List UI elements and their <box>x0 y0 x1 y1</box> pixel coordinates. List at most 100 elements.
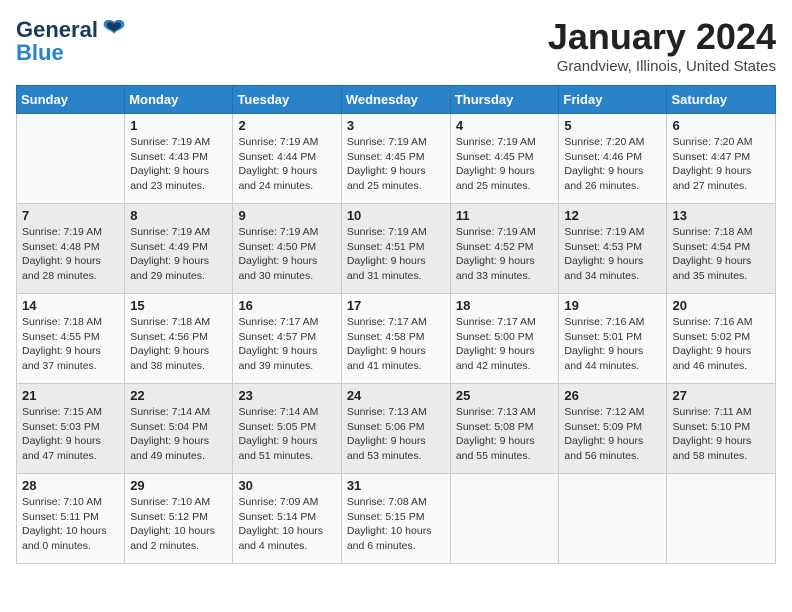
day-number: 9 <box>238 208 335 223</box>
day-info: Sunrise: 7:19 AMSunset: 4:51 PMDaylight:… <box>347 225 445 284</box>
calendar-week-row: 21 Sunrise: 7:15 AMSunset: 5:03 PMDayligh… <box>17 384 776 474</box>
calendar-cell: 10 Sunrise: 7:19 AMSunset: 4:51 PMDayligh… <box>341 204 450 294</box>
day-info: Sunrise: 7:19 AMSunset: 4:53 PMDaylight:… <box>564 225 661 284</box>
day-info: Sunrise: 7:19 AMSunset: 4:52 PMDaylight:… <box>456 225 554 284</box>
day-number: 18 <box>456 298 554 313</box>
calendar-cell: 14Sunrise: 7:18 AMSunset: 4:55 PMDayligh… <box>17 294 125 384</box>
day-info: Sunrise: 7:09 AMSunset: 5:14 PMDaylight:… <box>238 495 335 554</box>
calendar-cell: 27 Sunrise: 7:11 AMSunset: 5:10 PMDayligh… <box>667 384 776 474</box>
day-info: Sunrise: 7:15 AMSunset: 5:03 PMDaylight:… <box>22 405 119 464</box>
calendar-cell: 26 Sunrise: 7:12 AMSunset: 5:09 PMDayligh… <box>559 384 667 474</box>
calendar-cell: 30 Sunrise: 7:09 AMSunset: 5:14 PMDayligh… <box>233 474 341 564</box>
calendar-cell: 9 Sunrise: 7:19 AMSunset: 4:50 PMDaylight… <box>233 204 341 294</box>
day-info: Sunrise: 7:14 AMSunset: 5:04 PMDaylight:… <box>130 405 227 464</box>
day-info: Sunrise: 7:16 AMSunset: 5:01 PMDaylight:… <box>564 315 661 374</box>
day-number: 15 <box>130 298 227 313</box>
day-number: 21 <box>22 388 119 403</box>
day-number: 7 <box>22 208 119 223</box>
calendar-cell <box>667 474 776 564</box>
day-number: 23 <box>238 388 335 403</box>
day-number: 19 <box>564 298 661 313</box>
page-header: General Blue January 2024 Grandview, Ill… <box>16 16 776 75</box>
day-info: Sunrise: 7:12 AMSunset: 5:09 PMDaylight:… <box>564 405 661 464</box>
day-info: Sunrise: 7:11 AMSunset: 5:10 PMDaylight:… <box>672 405 770 464</box>
day-info: Sunrise: 7:19 AMSunset: 4:43 PMDaylight:… <box>130 135 227 194</box>
calendar-cell: 23 Sunrise: 7:14 AMSunset: 5:05 PMDayligh… <box>233 384 341 474</box>
day-number: 10 <box>347 208 445 223</box>
day-number: 25 <box>456 388 554 403</box>
day-number: 1 <box>130 118 227 133</box>
calendar-cell: 20 Sunrise: 7:16 AMSunset: 5:02 PMDayligh… <box>667 294 776 384</box>
day-number: 4 <box>456 118 554 133</box>
day-number: 29 <box>130 478 227 493</box>
day-number: 11 <box>456 208 554 223</box>
day-info: Sunrise: 7:17 AMSunset: 5:00 PMDaylight:… <box>456 315 554 374</box>
calendar-cell: 24Sunrise: 7:13 AMSunset: 5:06 PMDayligh… <box>341 384 450 474</box>
day-info: Sunrise: 7:13 AMSunset: 5:08 PMDaylight:… <box>456 405 554 464</box>
calendar-week-row: 14Sunrise: 7:18 AMSunset: 4:55 PMDayligh… <box>17 294 776 384</box>
calendar-cell: 7 Sunrise: 7:19 AMSunset: 4:48 PMDaylight… <box>17 204 125 294</box>
day-info: Sunrise: 7:20 AMSunset: 4:46 PMDaylight:… <box>564 135 661 194</box>
day-info: Sunrise: 7:16 AMSunset: 5:02 PMDaylight:… <box>672 315 770 374</box>
calendar-cell: 13Sunrise: 7:18 AMSunset: 4:54 PMDayligh… <box>667 204 776 294</box>
header-sunday: Sunday <box>17 86 125 114</box>
calendar-week-row: 28 Sunrise: 7:10 AMSunset: 5:11 PMDayligh… <box>17 474 776 564</box>
day-number: 28 <box>22 478 119 493</box>
day-number: 27 <box>672 388 770 403</box>
day-info: Sunrise: 7:10 AMSunset: 5:11 PMDaylight:… <box>22 495 119 554</box>
day-number: 26 <box>564 388 661 403</box>
day-info: Sunrise: 7:13 AMSunset: 5:06 PMDaylight:… <box>347 405 445 464</box>
calendar-cell: 17 Sunrise: 7:17 AMSunset: 4:58 PMDayligh… <box>341 294 450 384</box>
day-number: 22 <box>130 388 227 403</box>
day-info: Sunrise: 7:19 AMSunset: 4:44 PMDaylight:… <box>238 135 335 194</box>
header-friday: Friday <box>559 86 667 114</box>
day-info: Sunrise: 7:17 AMSunset: 4:58 PMDaylight:… <box>347 315 445 374</box>
day-number: 8 <box>130 208 227 223</box>
day-info: Sunrise: 7:18 AMSunset: 4:56 PMDaylight:… <box>130 315 227 374</box>
day-number: 16 <box>238 298 335 313</box>
calendar-cell: 3Sunrise: 7:19 AMSunset: 4:45 PMDaylight… <box>341 114 450 204</box>
calendar-week-row: 7 Sunrise: 7:19 AMSunset: 4:48 PMDaylight… <box>17 204 776 294</box>
calendar-cell: 21 Sunrise: 7:15 AMSunset: 5:03 PMDayligh… <box>17 384 125 474</box>
location: Grandview, Illinois, United States <box>548 58 776 75</box>
header-tuesday: Tuesday <box>233 86 341 114</box>
day-info: Sunrise: 7:19 AMSunset: 4:45 PMDaylight:… <box>456 135 554 194</box>
day-number: 12 <box>564 208 661 223</box>
header-monday: Monday <box>125 86 233 114</box>
calendar-cell: 19 Sunrise: 7:16 AMSunset: 5:01 PMDayligh… <box>559 294 667 384</box>
calendar-cell: 4 Sunrise: 7:19 AMSunset: 4:45 PMDaylight… <box>450 114 559 204</box>
calendar-table: SundayMondayTuesdayWednesdayThursdayFrid… <box>16 85 776 564</box>
day-number: 17 <box>347 298 445 313</box>
day-number: 3 <box>347 118 445 133</box>
calendar-week-row: 1 Sunrise: 7:19 AMSunset: 4:43 PMDaylight… <box>17 114 776 204</box>
calendar-cell: 1 Sunrise: 7:19 AMSunset: 4:43 PMDaylight… <box>125 114 233 204</box>
day-number: 30 <box>238 478 335 493</box>
calendar-cell <box>559 474 667 564</box>
title-area: January 2024 Grandview, Illinois, United… <box>548 16 776 75</box>
calendar-cell: 25 Sunrise: 7:13 AMSunset: 5:08 PMDayligh… <box>450 384 559 474</box>
day-info: Sunrise: 7:08 AMSunset: 5:15 PMDaylight:… <box>347 495 445 554</box>
calendar-cell: 6 Sunrise: 7:20 AMSunset: 4:47 PMDaylight… <box>667 114 776 204</box>
calendar-cell: 11 Sunrise: 7:19 AMSunset: 4:52 PMDayligh… <box>450 204 559 294</box>
calendar-cell: 15 Sunrise: 7:18 AMSunset: 4:56 PMDayligh… <box>125 294 233 384</box>
calendar-cell: 31Sunrise: 7:08 AMSunset: 5:15 PMDayligh… <box>341 474 450 564</box>
day-info: Sunrise: 7:19 AMSunset: 4:48 PMDaylight:… <box>22 225 119 284</box>
calendar-cell: 22 Sunrise: 7:14 AMSunset: 5:04 PMDayligh… <box>125 384 233 474</box>
day-info: Sunrise: 7:10 AMSunset: 5:12 PMDaylight:… <box>130 495 227 554</box>
day-info: Sunrise: 7:19 AMSunset: 4:50 PMDaylight:… <box>238 225 335 284</box>
logo-bird-icon <box>100 16 128 44</box>
day-number: 14 <box>22 298 119 313</box>
day-info: Sunrise: 7:18 AMSunset: 4:54 PMDaylight:… <box>672 225 770 284</box>
calendar-cell: 29 Sunrise: 7:10 AMSunset: 5:12 PMDayligh… <box>125 474 233 564</box>
day-info: Sunrise: 7:20 AMSunset: 4:47 PMDaylight:… <box>672 135 770 194</box>
calendar-header-row: SundayMondayTuesdayWednesdayThursdayFrid… <box>17 86 776 114</box>
calendar-cell: 28 Sunrise: 7:10 AMSunset: 5:11 PMDayligh… <box>17 474 125 564</box>
day-info: Sunrise: 7:14 AMSunset: 5:05 PMDaylight:… <box>238 405 335 464</box>
logo-blue: Blue <box>16 40 64 66</box>
day-info: Sunrise: 7:19 AMSunset: 4:49 PMDaylight:… <box>130 225 227 284</box>
day-info: Sunrise: 7:17 AMSunset: 4:57 PMDaylight:… <box>238 315 335 374</box>
day-number: 20 <box>672 298 770 313</box>
logo: General Blue <box>16 16 128 66</box>
day-number: 6 <box>672 118 770 133</box>
day-number: 5 <box>564 118 661 133</box>
